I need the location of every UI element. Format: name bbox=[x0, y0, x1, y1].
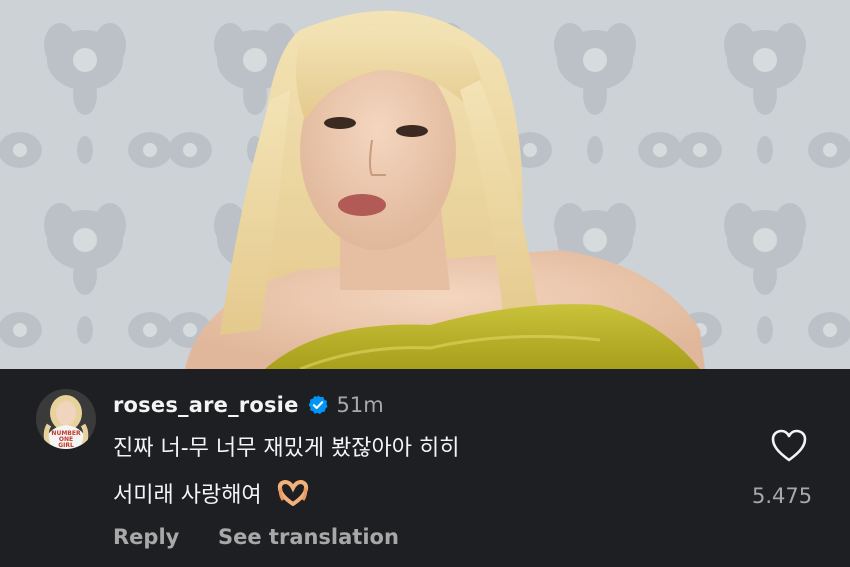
avatar-image: NUMBER ONE GIRL bbox=[36, 389, 96, 449]
like-heart-icon[interactable] bbox=[770, 428, 808, 464]
comment-text-line-2: 서미래 사랑해여 bbox=[113, 477, 309, 512]
comment-text-line-2-text: 서미래 사랑해여 bbox=[113, 483, 262, 508]
comment-header: roses_are_rosie 51m bbox=[113, 392, 384, 418]
avatar[interactable]: NUMBER ONE GIRL bbox=[36, 389, 96, 449]
comment-timestamp: 51m bbox=[336, 393, 384, 417]
username[interactable]: roses_are_rosie bbox=[113, 393, 299, 417]
like-count: 5.475 bbox=[752, 484, 813, 508]
post-photo bbox=[0, 0, 850, 369]
verified-badge-icon bbox=[307, 394, 329, 416]
heart-hands-icon bbox=[277, 479, 309, 512]
comment-text-line-1: 진짜 너-무 너무 재밌게 봤잖아아 히히 bbox=[113, 436, 460, 461]
see-translation-button[interactable]: See translation bbox=[218, 525, 399, 549]
svg-text:GIRL: GIRL bbox=[58, 442, 74, 449]
portrait-image bbox=[0, 0, 850, 369]
reply-button[interactable]: Reply bbox=[113, 525, 179, 549]
